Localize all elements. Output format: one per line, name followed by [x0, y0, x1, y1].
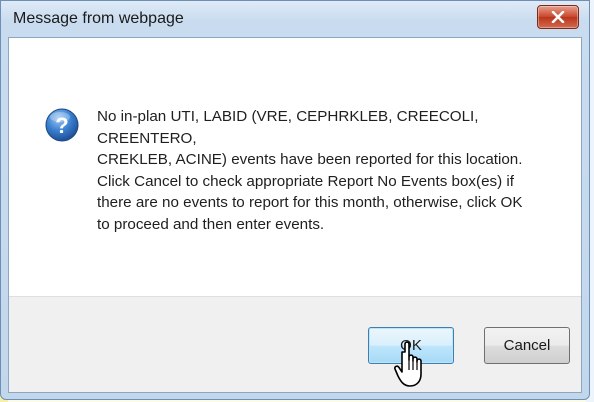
message-line: there are no events to report for this m…: [97, 194, 523, 212]
message-line: Click Cancel to check appropriate Report…: [97, 172, 514, 190]
cancel-button[interactable]: Cancel: [484, 327, 570, 364]
dialog-message: No in-plan UTI, LABID (VRE, CEPHRKLEB, C…: [97, 106, 567, 236]
screen: Message from webpage ? No in-plan UTI, L…: [0, 0, 594, 402]
hand-pointer-icon: [394, 341, 422, 387]
message-line: to proceed and then enter events.: [97, 215, 325, 233]
message-line: No in-plan UTI, LABID (VRE, CEPHRKLEB, C…: [97, 108, 479, 147]
svg-text:?: ?: [55, 113, 68, 138]
message-dialog: Message from webpage ? No in-plan UTI, L…: [0, 0, 590, 400]
question-icon: ?: [45, 108, 79, 142]
close-button[interactable]: [537, 5, 579, 29]
dialog-title: Message from webpage: [13, 10, 184, 27]
dialog-body: ? No in-plan UTI, LABID (VRE, CEPHRKLEB,…: [8, 37, 582, 393]
dialog-footer: OK Cancel: [9, 296, 581, 392]
message-line: CREKLEB, ACINE) events have been reporte…: [97, 151, 523, 169]
dialog-titlebar[interactable]: Message from webpage: [1, 1, 589, 37]
close-icon: [551, 11, 565, 23]
